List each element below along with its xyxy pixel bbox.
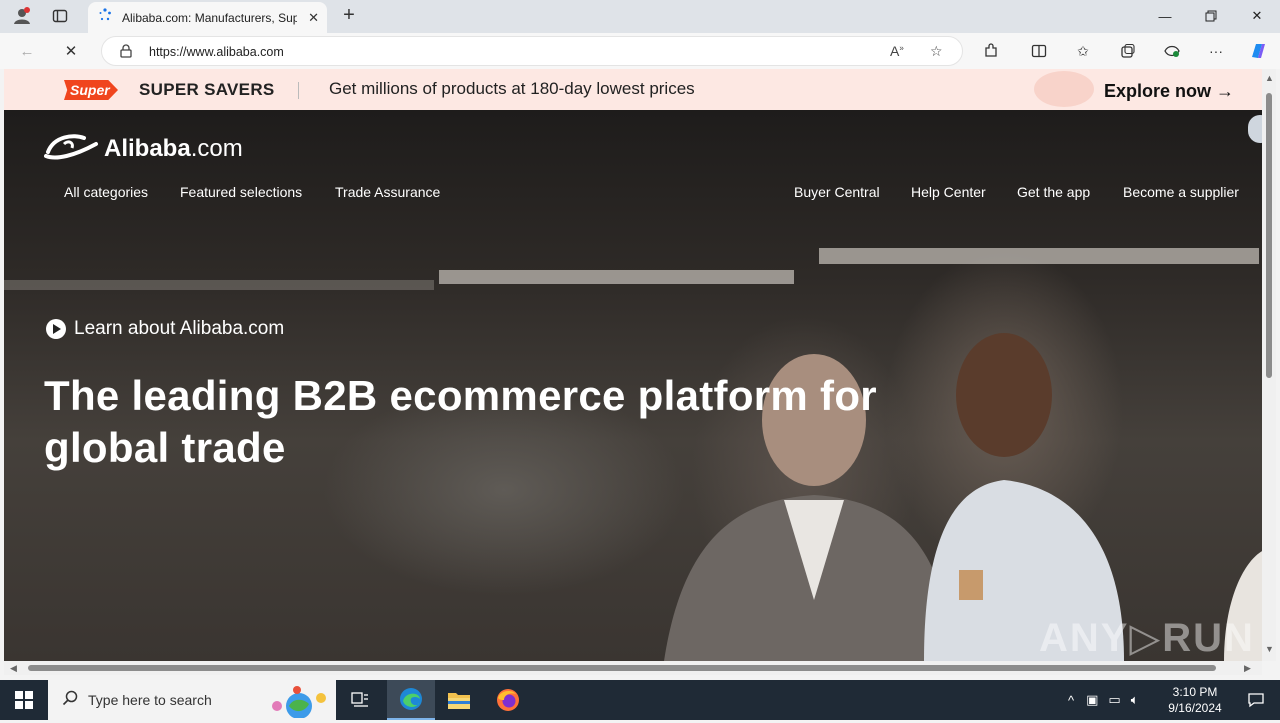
search-highlight-icon xyxy=(263,684,331,723)
read-aloud-icon[interactable]: A» xyxy=(890,43,904,59)
nav-become-a-supplier[interactable]: Become a supplier xyxy=(1123,184,1239,200)
logo-brand-text: Alibaba xyxy=(104,135,191,162)
nav-all-categories[interactable]: All categories xyxy=(64,184,148,200)
split-screen-icon[interactable] xyxy=(1028,41,1050,61)
start-button[interactable] xyxy=(0,680,48,720)
vertical-scroll-thumb[interactable] xyxy=(1266,93,1272,378)
url-text[interactable]: https://www.alibaba.com xyxy=(149,45,284,59)
meet-now-icon[interactable]: ▣ xyxy=(1086,692,1098,708)
show-hidden-icons[interactable]: ^ xyxy=(1068,693,1074,708)
browser-toolbar: ← ✕ https://www.alibaba.com A» ☆ ✩ ··· xyxy=(0,33,1280,69)
close-window-icon[interactable]: ✕ xyxy=(1234,0,1280,32)
super-badge: Super xyxy=(64,80,118,100)
minimize-icon[interactable]: — xyxy=(1142,0,1188,32)
loading-icon xyxy=(98,8,112,27)
nav-buyer-central[interactable]: Buyer Central xyxy=(794,184,880,200)
hero-photo-people xyxy=(664,333,1262,661)
scroll-up-icon[interactable]: ▲ xyxy=(1265,73,1274,83)
close-tab-icon[interactable]: ✕ xyxy=(308,10,319,26)
copilot-icon[interactable] xyxy=(1247,41,1269,61)
taskbar-search-text: Type here to search xyxy=(88,692,212,708)
promo-message: Get millions of products at 180-day lowe… xyxy=(329,79,695,98)
scroll-right-icon[interactable]: ▶ xyxy=(1244,663,1251,674)
hero-headline-line1: The leading B2B ecommerce platform for xyxy=(44,372,877,419)
taskbar-search[interactable]: Type here to search xyxy=(48,680,336,720)
profile-icon[interactable] xyxy=(8,4,36,28)
hero-headline: The leading B2B ecommerce platform for g… xyxy=(44,370,944,474)
lock-icon[interactable] xyxy=(120,44,132,61)
ceiling-lamp xyxy=(4,280,434,290)
promo-banner[interactable]: Super SUPER SAVERS Get millions of produ… xyxy=(4,69,1262,110)
taskbar-clock[interactable]: 3:10 PM 9/16/2024 xyxy=(1160,684,1230,716)
alibaba-logo-icon xyxy=(44,130,100,168)
hero-section: Alibaba .com All categories Featured sele… xyxy=(4,110,1262,661)
horizontal-scrollbar[interactable]: ◀ ▶ xyxy=(4,661,1262,675)
system-tray: ^ ▣ ▭ 🔈︎ xyxy=(1068,680,1139,720)
learn-about-link[interactable]: Learn about Alibaba.com xyxy=(46,318,284,340)
favorites-icon[interactable]: ✩ xyxy=(1072,41,1094,61)
search-icon xyxy=(62,690,78,711)
nav-help-center[interactable]: Help Center xyxy=(911,184,986,200)
promo-divider xyxy=(298,82,299,99)
more-options-icon[interactable]: ··· xyxy=(1205,41,1227,61)
nav-get-the-app[interactable]: Get the app xyxy=(1017,184,1090,200)
play-icon xyxy=(46,319,66,339)
scroll-left-icon[interactable]: ◀ xyxy=(10,663,17,674)
nav-trade-assurance[interactable]: Trade Assurance xyxy=(335,184,440,200)
task-view-icon[interactable] xyxy=(336,680,384,720)
back-icon[interactable]: ← xyxy=(14,39,40,63)
windows-icon xyxy=(15,691,33,709)
explore-now-link[interactable]: Explore now → xyxy=(1104,81,1234,102)
balloon-decoration xyxy=(1034,71,1094,107)
edge-app-icon[interactable] xyxy=(387,680,435,720)
horizontal-scroll-thumb[interactable] xyxy=(28,665,1216,671)
page-viewport: Super SUPER SAVERS Get millions of produ… xyxy=(4,69,1262,661)
hero-headline-line2: global trade xyxy=(44,424,286,471)
tab-actions-icon[interactable] xyxy=(46,4,74,28)
windows-taskbar: Type here to search ^ ▣ ▭ 🔈︎ 3:10 PM 9/1… xyxy=(0,680,1280,720)
side-widget[interactable] xyxy=(1248,115,1262,143)
address-bar[interactable]: https://www.alibaba.com A» ☆ xyxy=(101,36,963,66)
new-tab-button[interactable]: + xyxy=(337,4,361,28)
anyrun-watermark: ANY▷RUN xyxy=(1039,616,1255,660)
volume-icon[interactable]: 🔈︎ xyxy=(1131,692,1139,708)
ceiling-lamp xyxy=(439,270,794,284)
vertical-scrollbar[interactable]: ▲ ▼ xyxy=(1262,69,1276,661)
browser-tab-strip: Alibaba.com: Manufacturers, Suppliers, E… xyxy=(0,0,1280,33)
collections-icon[interactable] xyxy=(1117,41,1139,61)
network-icon[interactable]: ▭ xyxy=(1108,692,1120,708)
logo-domain-text: .com xyxy=(190,135,243,162)
promo-name: SUPER SAVERS xyxy=(139,80,275,99)
ceiling-lamp xyxy=(819,248,1259,264)
alibaba-logo[interactable]: Alibaba .com xyxy=(44,130,243,168)
scroll-down-icon[interactable]: ▼ xyxy=(1265,644,1274,654)
notifications-icon[interactable] xyxy=(1232,680,1280,720)
favorite-star-icon[interactable]: ☆ xyxy=(930,43,943,60)
clock-date: 9/16/2024 xyxy=(1168,701,1222,715)
stop-loading-icon[interactable]: ✕ xyxy=(58,39,84,63)
browser-essentials-icon[interactable] xyxy=(1161,41,1183,61)
clock-time: 3:10 PM xyxy=(1172,685,1218,699)
learn-about-text: Learn about Alibaba.com xyxy=(74,318,285,339)
firefox-icon[interactable] xyxy=(484,680,532,720)
file-explorer-icon[interactable] xyxy=(435,680,483,720)
tab-title: Alibaba.com: Manufacturers, Suppliers, E… xyxy=(122,10,297,25)
nav-featured-selections[interactable]: Featured selections xyxy=(180,184,302,200)
extensions-icon[interactable] xyxy=(980,41,1002,61)
tab-alibaba[interactable]: Alibaba.com: Manufacturers, Suppliers, E… xyxy=(88,2,327,33)
restore-icon[interactable] xyxy=(1188,0,1234,32)
